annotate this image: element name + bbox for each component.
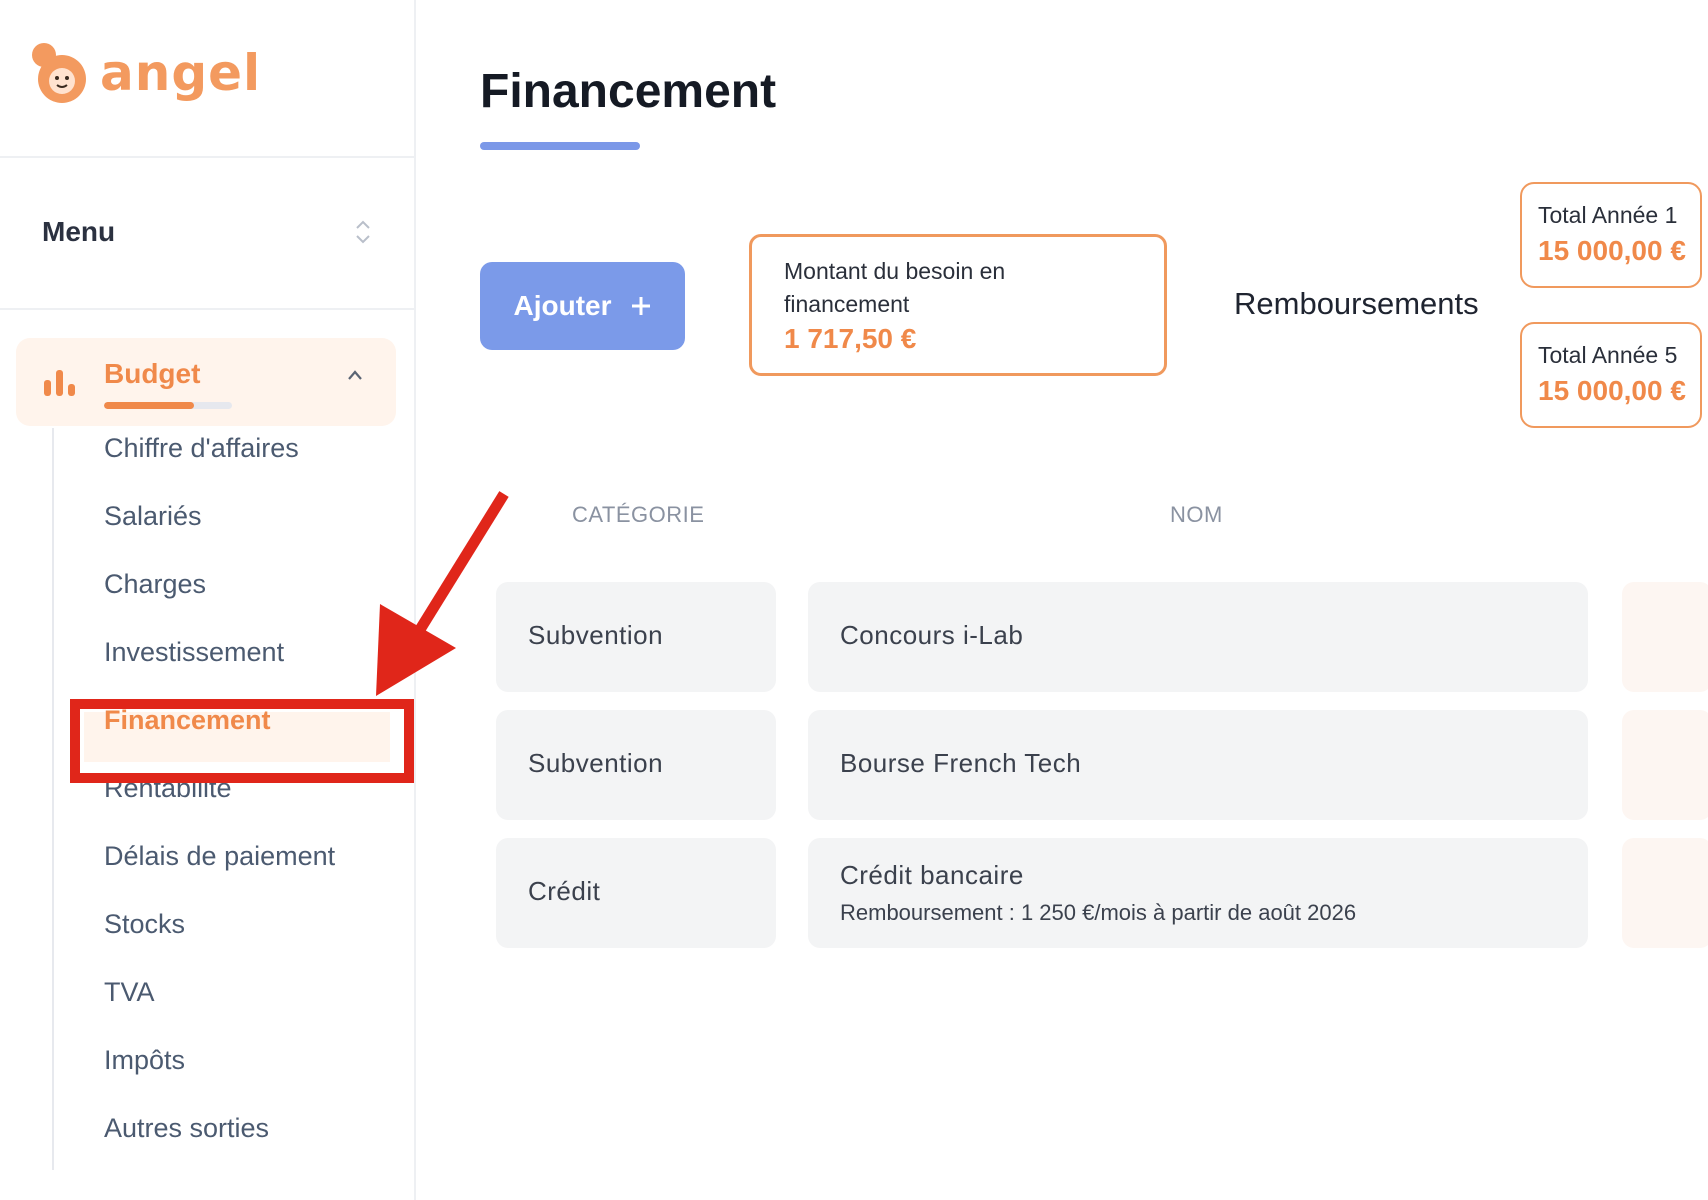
brand-name: angel xyxy=(100,44,262,102)
sidebar-item-stocks[interactable]: Stocks xyxy=(104,904,185,944)
total-year-1-card: Total Année 1 15 000,00 € xyxy=(1520,182,1702,288)
table-row-extra-cell[interactable] xyxy=(1622,838,1708,948)
logo[interactable]: angel xyxy=(30,38,261,108)
budget-progress-bar xyxy=(104,402,232,409)
sidebar-item-chiffre-d-affaires[interactable]: Chiffre d'affaires xyxy=(104,428,299,468)
funding-need-value: 1 717,50 € xyxy=(784,323,917,354)
divider xyxy=(0,308,414,310)
sidebar-item-imp-ts[interactable]: Impôts xyxy=(104,1040,185,1080)
plus-icon xyxy=(631,297,650,315)
name-text: Crédit bancaire xyxy=(840,860,1024,890)
total-year-5-value: 15 000,00 € xyxy=(1538,375,1686,406)
table-row-category[interactable]: Subvention xyxy=(496,582,776,692)
category-text: Crédit xyxy=(528,876,601,906)
sidebar-item-salari-s[interactable]: Salariés xyxy=(104,496,202,536)
menu-selector[interactable]: Menu xyxy=(42,210,372,254)
table-row-extra-cell[interactable] xyxy=(1622,710,1708,820)
title-underline xyxy=(480,142,640,150)
total-year-5-card: Total Année 5 15 000,00 € xyxy=(1520,322,1702,428)
reimbursements-label: Remboursements xyxy=(1234,286,1479,321)
tree-line xyxy=(52,428,54,1170)
budget-label: Budget xyxy=(104,358,201,389)
category-text: Subvention xyxy=(528,620,664,650)
funding-need-label: Montant du besoin en financement xyxy=(784,258,1006,317)
sidebar-item-investissement[interactable]: Investissement xyxy=(104,632,284,672)
sidebar-item-d-lais-de-paiement[interactable]: Délais de paiement xyxy=(104,836,335,876)
table-row-category[interactable]: Crédit xyxy=(496,838,776,948)
name-text: Concours i-Lab xyxy=(840,620,1024,650)
add-button-label: Ajouter xyxy=(513,290,612,321)
angel-logo-icon xyxy=(32,43,86,103)
budget-section[interactable]: Budget xyxy=(16,338,396,426)
category-text: Subvention xyxy=(528,748,664,778)
updown-chevron-icon xyxy=(354,217,372,247)
total-year-1-value: 15 000,00 € xyxy=(1538,235,1686,266)
budget-progress-fill xyxy=(104,402,194,409)
page-title: Financement xyxy=(480,65,777,118)
table-row-name[interactable]: Concours i-Lab xyxy=(808,582,1588,692)
total-year-5-label: Total Année 5 xyxy=(1538,342,1678,368)
column-header-category[interactable]: CATÉGORIE xyxy=(572,502,704,528)
sidebar-item-charges[interactable]: Charges xyxy=(104,564,206,604)
red-highlight-box xyxy=(70,699,414,783)
name-detail-text: Remboursement : 1 250 €/mois à partir de… xyxy=(840,900,1357,925)
column-header-name[interactable]: NOM xyxy=(1170,502,1223,528)
divider xyxy=(0,156,414,158)
funding-need-card: Montant du besoin en financement 1 717,5… xyxy=(749,234,1167,376)
table-row-category[interactable]: Subvention xyxy=(496,710,776,820)
bar-chart-icon xyxy=(44,370,75,396)
chevron-up-icon[interactable] xyxy=(346,368,364,382)
table-row-name[interactable]: Crédit bancaire Remboursement : 1 250 €/m… xyxy=(808,838,1588,948)
total-year-1-label: Total Année 1 xyxy=(1538,202,1678,228)
sidebar-item-tva[interactable]: TVA xyxy=(104,972,155,1012)
sidebar-item-autres-sorties[interactable]: Autres sorties xyxy=(104,1108,269,1148)
sidebar: angel Menu Budget Chiffre d'affaires Sala… xyxy=(0,0,416,1200)
table-row-extra-cell[interactable] xyxy=(1622,582,1708,692)
table-row-name[interactable]: Bourse French Tech xyxy=(808,710,1588,820)
name-text: Bourse French Tech xyxy=(840,748,1082,778)
menu-label: Menu xyxy=(42,216,116,247)
add-button[interactable]: Ajouter xyxy=(480,262,685,350)
